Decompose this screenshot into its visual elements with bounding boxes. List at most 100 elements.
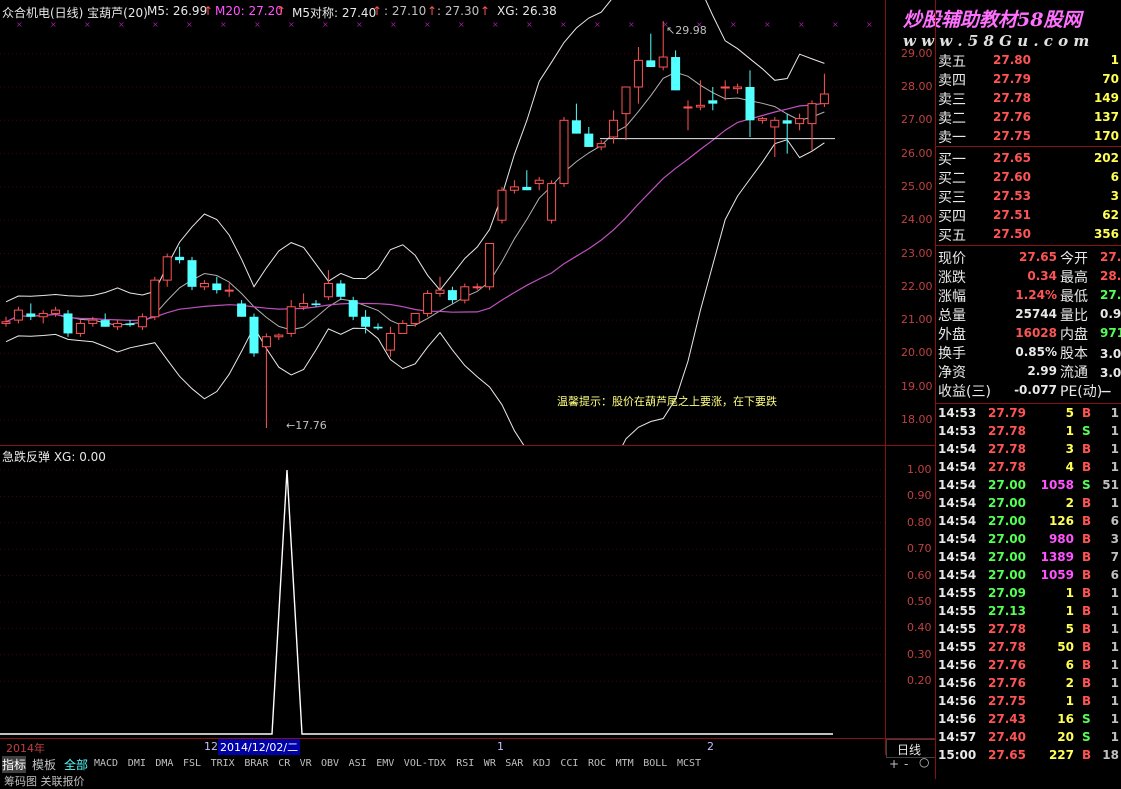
tab-kdj[interactable]: KDJ xyxy=(533,758,551,769)
tab-cr[interactable]: CR xyxy=(278,758,290,769)
trade-row: 14:56 27.75 1 B 1 xyxy=(936,692,1121,710)
trade-price: 27.00 xyxy=(988,568,1026,582)
trade-side: B xyxy=(1082,550,1092,564)
candle-body-up xyxy=(261,336,271,348)
trade-row: 14:55 27.13 1 B 1 xyxy=(936,602,1121,620)
tab-trix[interactable]: TRIX xyxy=(211,758,235,769)
candle-body-up xyxy=(621,86,631,115)
tab-dma[interactable]: DMA xyxy=(155,758,173,769)
trade-side: B xyxy=(1082,460,1092,474)
ma20-line xyxy=(5,102,825,323)
scroll-controls[interactable]: + - ○ xyxy=(886,755,934,771)
trade-volume: 1 xyxy=(1065,424,1074,438)
tab-boll[interactable]: BOLL xyxy=(643,758,667,769)
quote-value-left: -0.077 xyxy=(1014,383,1057,397)
trade-count: 6 xyxy=(1110,568,1119,582)
trade-side: S xyxy=(1082,424,1091,438)
main-price-chart[interactable]: × × × × × × × × × × × × × × × × × × × × × × × × × × xyxy=(0,0,885,445)
tab-mtm[interactable]: MTM xyxy=(616,758,634,769)
sell-row: 卖四 27.79 70 xyxy=(936,69,1121,89)
tab-brar[interactable]: BRAR xyxy=(244,758,268,769)
trade-side: B xyxy=(1082,514,1092,528)
trade-volume: 1 xyxy=(1065,694,1074,708)
candle-body-up xyxy=(38,312,48,318)
top-marker: × xyxy=(390,20,397,29)
minus-icon[interactable]: - xyxy=(904,757,908,771)
tab-emv[interactable]: EMV xyxy=(376,758,394,769)
trade-volume: 20 xyxy=(1057,730,1074,744)
tab-quanbu[interactable]: 全部 xyxy=(64,756,88,773)
trade-row: 14:54 27.78 4 B 1 xyxy=(936,458,1121,476)
sub-axis-tick: 0.30 xyxy=(907,647,932,661)
date-month-2: 2 xyxy=(707,740,714,753)
candle-body-up xyxy=(385,332,395,351)
tab-vol-tdx[interactable]: VOL-TDX xyxy=(404,758,446,769)
price-axis-tick: 23.00 xyxy=(901,246,933,260)
top-marker: × xyxy=(424,20,431,29)
candle-body-up xyxy=(733,86,743,90)
scroll-icon[interactable]: ○ xyxy=(919,755,929,769)
buy-volume: 62 xyxy=(1102,208,1119,222)
tab-dmi[interactable]: DMI xyxy=(128,758,146,769)
quote-row: 涨跌 0.34最高 28.49 xyxy=(936,266,1121,286)
sell-label: 卖四 xyxy=(938,73,966,89)
bottom-partial-tabs[interactable]: 筹码图 关联报价 xyxy=(4,773,85,789)
trade-row: 14:54 27.00 1058 S 51 xyxy=(936,476,1121,494)
ma5-line xyxy=(5,71,825,331)
sell-volume: 137 xyxy=(1093,110,1119,124)
candle-body-up xyxy=(410,312,420,324)
trade-price: 27.79 xyxy=(988,406,1026,420)
tab-obv[interactable]: OBV xyxy=(321,758,339,769)
tab-sar[interactable]: SAR xyxy=(505,758,523,769)
tab-moban[interactable]: 模板 xyxy=(32,756,56,773)
sub-indicator-chart[interactable] xyxy=(0,446,885,739)
sub-axis-tick: 0.90 xyxy=(907,489,932,503)
tab-macd[interactable]: MACD xyxy=(94,758,118,769)
plus-icon[interactable]: + xyxy=(889,757,899,771)
trade-price: 27.76 xyxy=(988,658,1026,672)
candle-body-up xyxy=(199,282,209,288)
tab-mcst[interactable]: MCST xyxy=(677,758,701,769)
buy-row: 买二 27.60 6 xyxy=(936,167,1121,187)
sell-label: 卖五 xyxy=(938,54,966,70)
top-marker: × xyxy=(866,20,873,29)
panel-divider-v xyxy=(935,0,936,779)
tab-fsl[interactable]: FSL xyxy=(183,758,201,769)
buy-label: 买四 xyxy=(938,209,966,225)
trade-count: 6 xyxy=(1110,514,1119,528)
tab-asi[interactable]: ASI xyxy=(349,758,367,769)
main-high-value: 29.98 xyxy=(675,24,707,37)
trade-row: 14:53 27.78 1 S 1 xyxy=(936,422,1121,440)
price-axis-tick: 20.00 xyxy=(901,346,933,360)
top-marker: × xyxy=(492,20,499,29)
candle-body-up xyxy=(683,106,693,109)
trade-side: B xyxy=(1082,604,1092,618)
tab-roc[interactable]: ROC xyxy=(588,758,606,769)
tab-vr[interactable]: VR xyxy=(300,758,312,769)
candle-body-up xyxy=(807,103,817,125)
buy-row: 买四 27.51 62 xyxy=(936,205,1121,225)
candle-body-down xyxy=(336,283,346,297)
trade-side: S xyxy=(1082,730,1091,744)
price-axis-tick: 27.00 xyxy=(901,113,933,127)
trade-row: 14:55 27.78 50 B 1 xyxy=(936,638,1121,656)
sell-row: 卖三 27.78 149 xyxy=(936,88,1121,108)
tab-wr[interactable]: WR xyxy=(484,758,496,769)
trade-count: 3 xyxy=(1110,532,1119,546)
quote-value-left: 27.65 xyxy=(1019,250,1057,264)
candle-body-up xyxy=(162,256,172,281)
trade-volume: 1059 xyxy=(1040,568,1074,582)
candle-body-up xyxy=(51,309,61,314)
top-marker: × xyxy=(322,20,329,29)
buy-row: 买五 27.50 356 xyxy=(936,224,1121,244)
quote-row: 外盘 16028内盘 9716 xyxy=(936,323,1121,343)
trade-side: B xyxy=(1082,658,1092,672)
sub-indicator-axis: 1.00 0.90 0.80 0.70 0.60 0.50 0.40 0.30 0.20 xyxy=(885,446,936,739)
tab-cci[interactable]: CCI xyxy=(560,758,578,769)
tab-zhibiao[interactable]: 指标 xyxy=(2,756,27,773)
tab-rsi[interactable]: RSI xyxy=(456,758,474,769)
trade-row: 14:56 27.76 6 B 1 xyxy=(936,656,1121,674)
trade-time: 14:55 xyxy=(938,604,977,618)
quote-value-right: 3.08亿 xyxy=(1100,347,1121,361)
trade-side: S xyxy=(1082,712,1091,726)
